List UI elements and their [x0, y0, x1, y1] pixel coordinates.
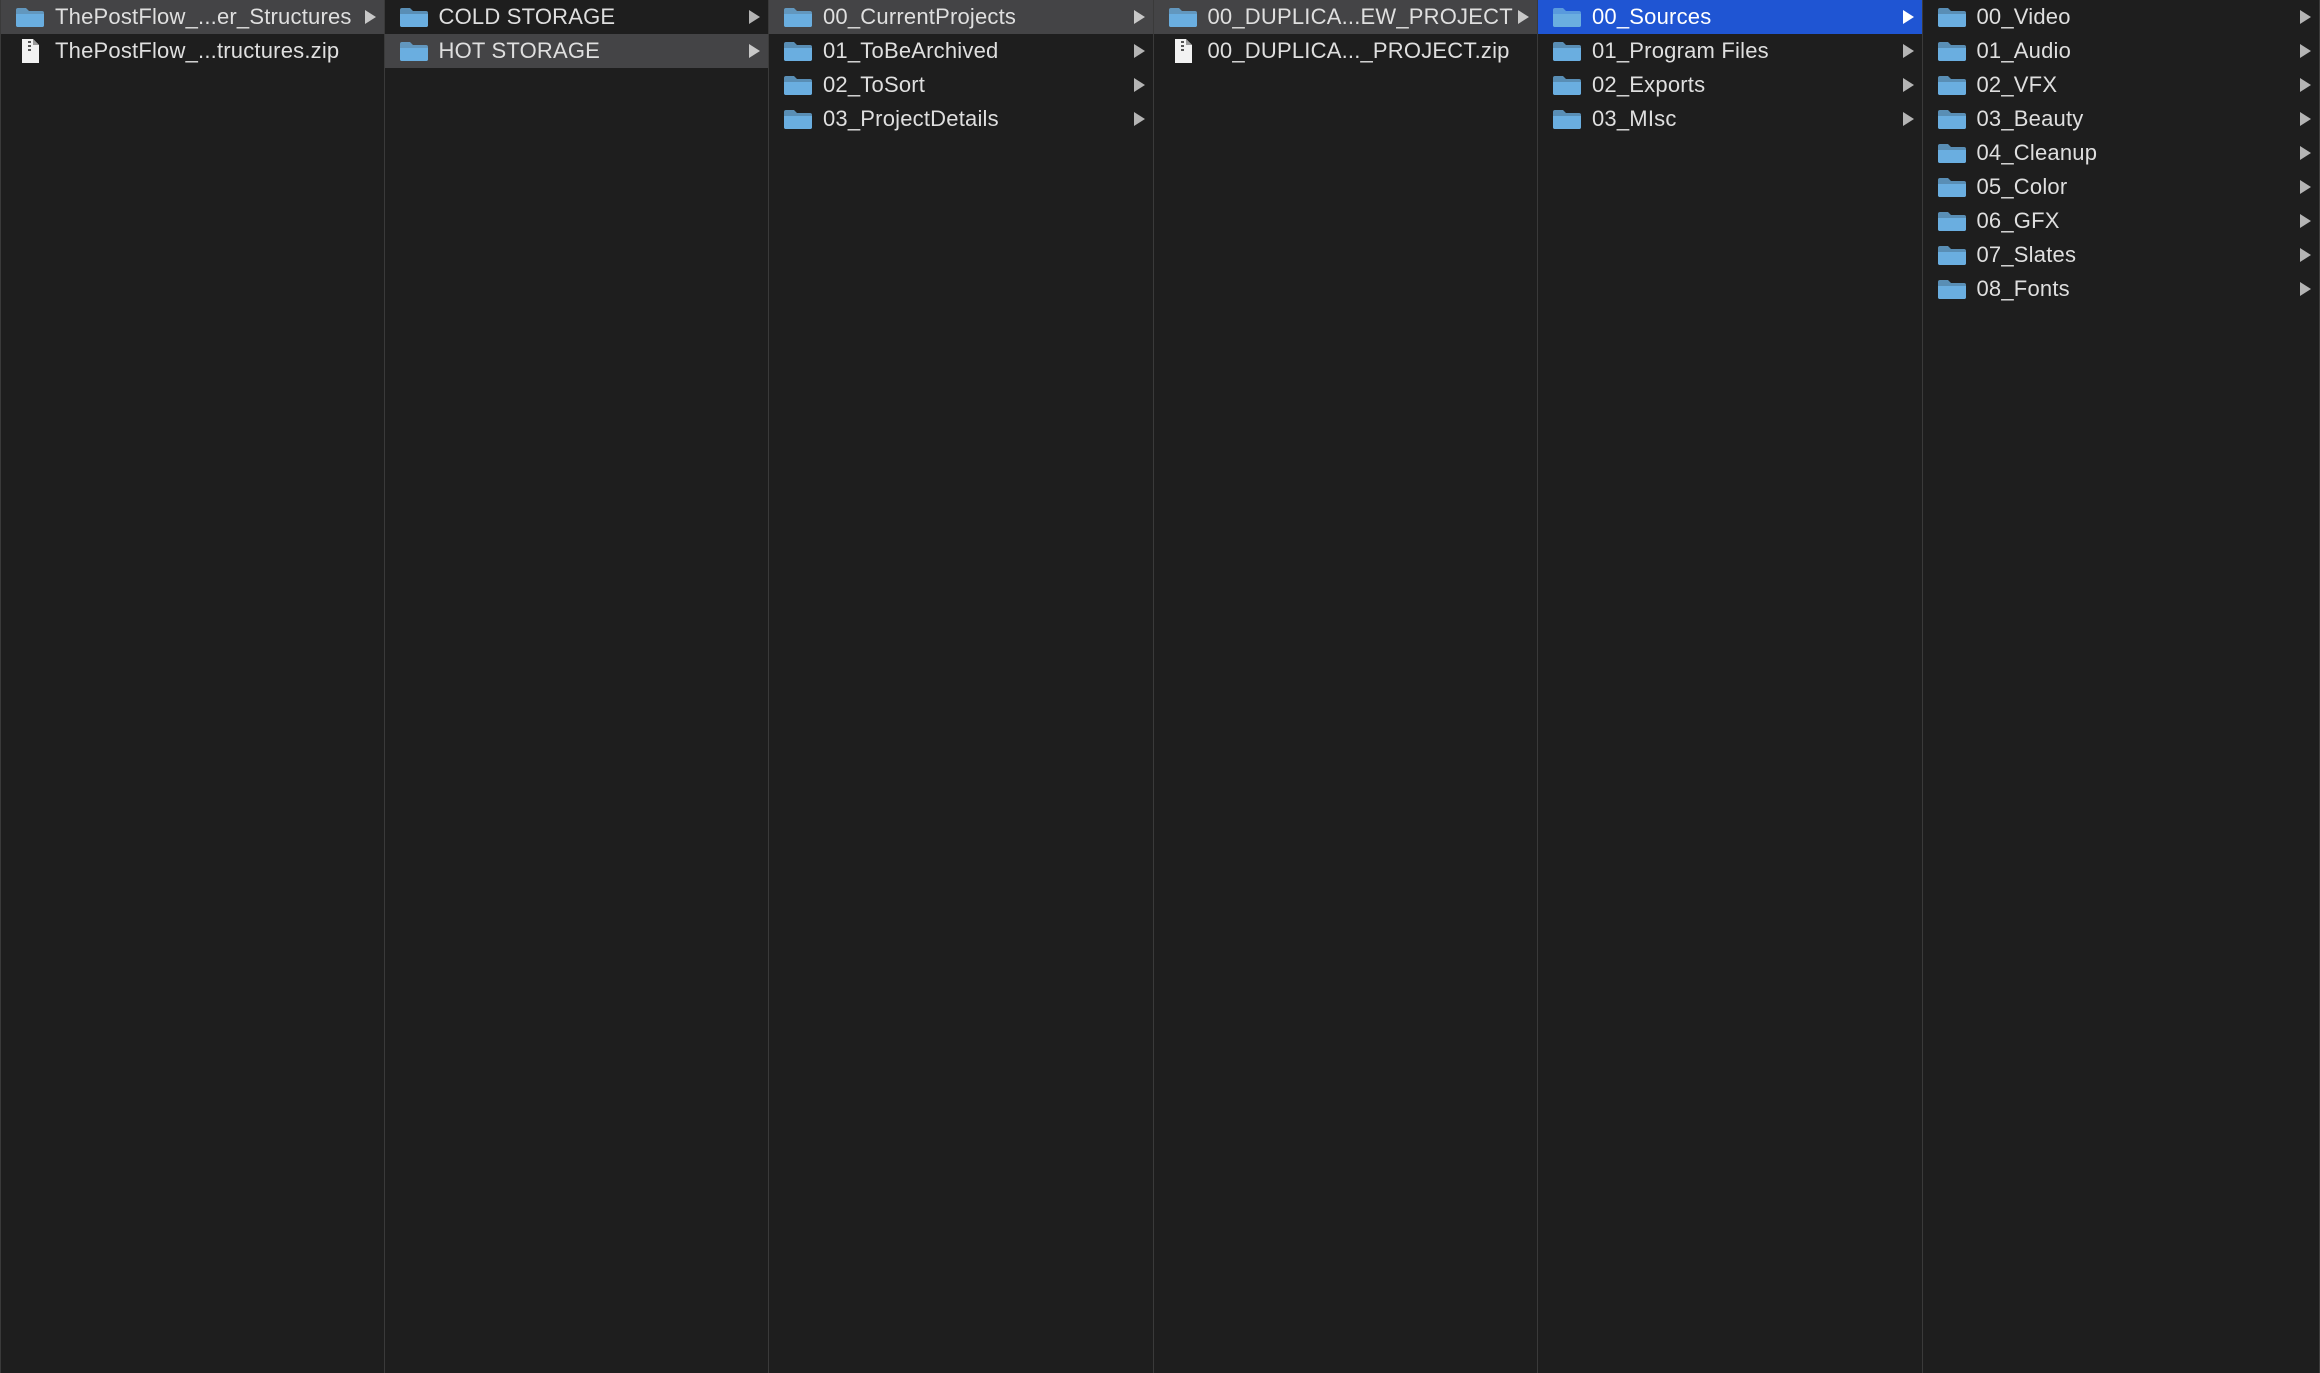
disclosure-triangle-icon [364, 10, 376, 24]
disclosure-triangle-icon [749, 44, 760, 58]
disclosure-triangle-icon [1133, 44, 1145, 58]
item-label: ThePostFlow_...er_Structures [55, 4, 352, 29]
folder-item[interactable]: COLD STORAGE [385, 0, 769, 34]
folder-item[interactable]: 01_Audio [1923, 34, 2320, 68]
folder-item[interactable]: 03_Beauty [1923, 102, 2320, 136]
disclosure-triangle-icon [1518, 10, 1529, 24]
folder-item[interactable]: 07_Slates [1923, 238, 2320, 272]
file-item[interactable]: 00_DUPLICA..._PROJECT.zip [1154, 34, 1538, 68]
folder-icon [1937, 209, 1967, 233]
browser-column-1[interactable]: ThePostFlow_...er_Structures ThePostFlow_… [0, 0, 385, 1373]
item-label: ThePostFlow_...tructures.zip [55, 38, 340, 63]
folder-icon [1937, 141, 1967, 165]
folder-icon [1168, 5, 1198, 29]
document-icon [1168, 39, 1198, 63]
folder-item[interactable]: 05_Color [1923, 170, 2320, 204]
item-label: 01_Audio [1976, 38, 2072, 63]
disclosure-triangle-icon [1902, 44, 1914, 58]
disclosure-triangle-icon [2300, 44, 2311, 58]
folder-icon [1552, 39, 1582, 63]
disclosure-triangle-icon [1133, 112, 1145, 126]
disclosure-triangle-icon [2300, 248, 2311, 262]
browser-column-4[interactable]: 00_DUPLICA...EW_PROJECT 00_DUPLICA..._PRO… [1153, 0, 1538, 1373]
folder-icon [1552, 107, 1582, 131]
item-label: 02_Exports [1592, 72, 1706, 97]
folder-icon [1937, 243, 1967, 267]
item-label: 06_GFX [1976, 208, 2060, 233]
disclosure-triangle-icon [2300, 146, 2311, 160]
disclosure-triangle-icon [749, 10, 760, 24]
file-item[interactable]: ThePostFlow_...tructures.zip [1, 34, 384, 68]
folder-item[interactable]: 02_Exports [1538, 68, 1922, 102]
disclosure-triangle-icon [2300, 282, 2311, 296]
folder-item[interactable]: 08_Fonts [1923, 272, 2320, 306]
folder-icon [1937, 39, 1967, 63]
item-label: COLD STORAGE [438, 4, 616, 29]
folder-icon [15, 5, 45, 29]
folder-item[interactable]: 01_ToBeArchived [769, 34, 1153, 68]
folder-item[interactable]: 00_Video [1923, 0, 2320, 34]
disclosure-triangle-icon [1902, 78, 1914, 92]
folder-icon [1937, 277, 1967, 301]
folder-icon [1552, 5, 1582, 29]
browser-column-6[interactable]: 00_Video 01_Audio 02_VFX 03_Beauty 04_Cleanu… [1923, 0, 2320, 1373]
item-label: 02_VFX [1976, 72, 2058, 97]
item-label: 01_ToBeArchived [823, 38, 999, 63]
folder-icon [783, 107, 813, 131]
folder-item[interactable]: 00_DUPLICA...EW_PROJECT [1153, 0, 1537, 34]
browser-column-5[interactable]: 00_Sources 01_Program Files 02_Exports 03_M… [1538, 0, 1923, 1373]
disclosure-triangle-icon [2300, 180, 2311, 194]
item-label: 00_CurrentProjects [823, 4, 1017, 29]
disclosure-triangle-icon [1902, 112, 1914, 126]
folder-icon [1937, 107, 1967, 131]
folder-item[interactable]: 03_ProjectDetails [769, 102, 1153, 136]
browser-column-2[interactable]: COLD STORAGE HOT STORAGE [384, 0, 769, 1373]
folder-icon [783, 5, 813, 29]
folder-item[interactable]: 03_MIsc [1538, 102, 1922, 136]
disclosure-triangle-icon [1133, 10, 1145, 24]
item-label: 00_DUPLICA..._PROJECT.zip [1207, 38, 1510, 63]
item-label: 01_Program Files [1592, 38, 1769, 63]
column-browser: ThePostFlow_...er_Structures ThePostFlow_… [0, 0, 2320, 1373]
folder-icon [1937, 73, 1967, 97]
folder-item[interactable]: 06_GFX [1923, 204, 2320, 238]
item-label: 04_Cleanup [1976, 140, 2098, 165]
item-label: HOT STORAGE [438, 38, 601, 63]
item-label: 00_DUPLICA...EW_PROJECT [1207, 4, 1513, 29]
folder-item[interactable]: 01_Program Files [1538, 34, 1922, 68]
folder-icon [783, 73, 813, 97]
disclosure-triangle-icon [2300, 214, 2311, 228]
folder-icon [1552, 73, 1582, 97]
item-label: 02_ToSort [823, 72, 926, 97]
folder-item[interactable]: 04_Cleanup [1923, 136, 2320, 170]
browser-column-3[interactable]: 00_CurrentProjects 01_ToBeArchived 02_ToSo… [769, 0, 1154, 1373]
document-icon [15, 39, 45, 63]
disclosure-triangle-icon [2300, 112, 2311, 126]
item-label: 00_Sources [1592, 4, 1712, 29]
item-label: 00_Video [1976, 4, 2071, 29]
folder-item[interactable]: ThePostFlow_...er_Structures [1, 0, 384, 34]
folder-icon [399, 5, 429, 29]
folder-icon [1937, 5, 1967, 29]
folder-item[interactable]: 02_ToSort [769, 68, 1153, 102]
disclosure-triangle-icon [2300, 78, 2311, 92]
disclosure-triangle-icon [1133, 78, 1145, 92]
disclosure-triangle-icon [2300, 10, 2311, 24]
folder-icon [783, 39, 813, 63]
item-label: 03_MIsc [1592, 106, 1677, 131]
folder-icon [399, 39, 429, 63]
item-label: 03_Beauty [1976, 106, 2084, 131]
folder-icon [1937, 175, 1967, 199]
folder-item[interactable]: 02_VFX [1923, 68, 2320, 102]
folder-item[interactable]: 00_CurrentProjects [769, 0, 1153, 34]
disclosure-triangle-icon [1902, 10, 1914, 24]
item-label: 07_Slates [1976, 242, 2077, 267]
item-label: 05_Color [1976, 174, 2068, 199]
folder-item[interactable]: HOT STORAGE [384, 34, 768, 68]
item-label: 03_ProjectDetails [823, 106, 999, 131]
folder-item[interactable]: 00_Sources [1538, 0, 1922, 34]
item-label: 08_Fonts [1976, 276, 2070, 301]
